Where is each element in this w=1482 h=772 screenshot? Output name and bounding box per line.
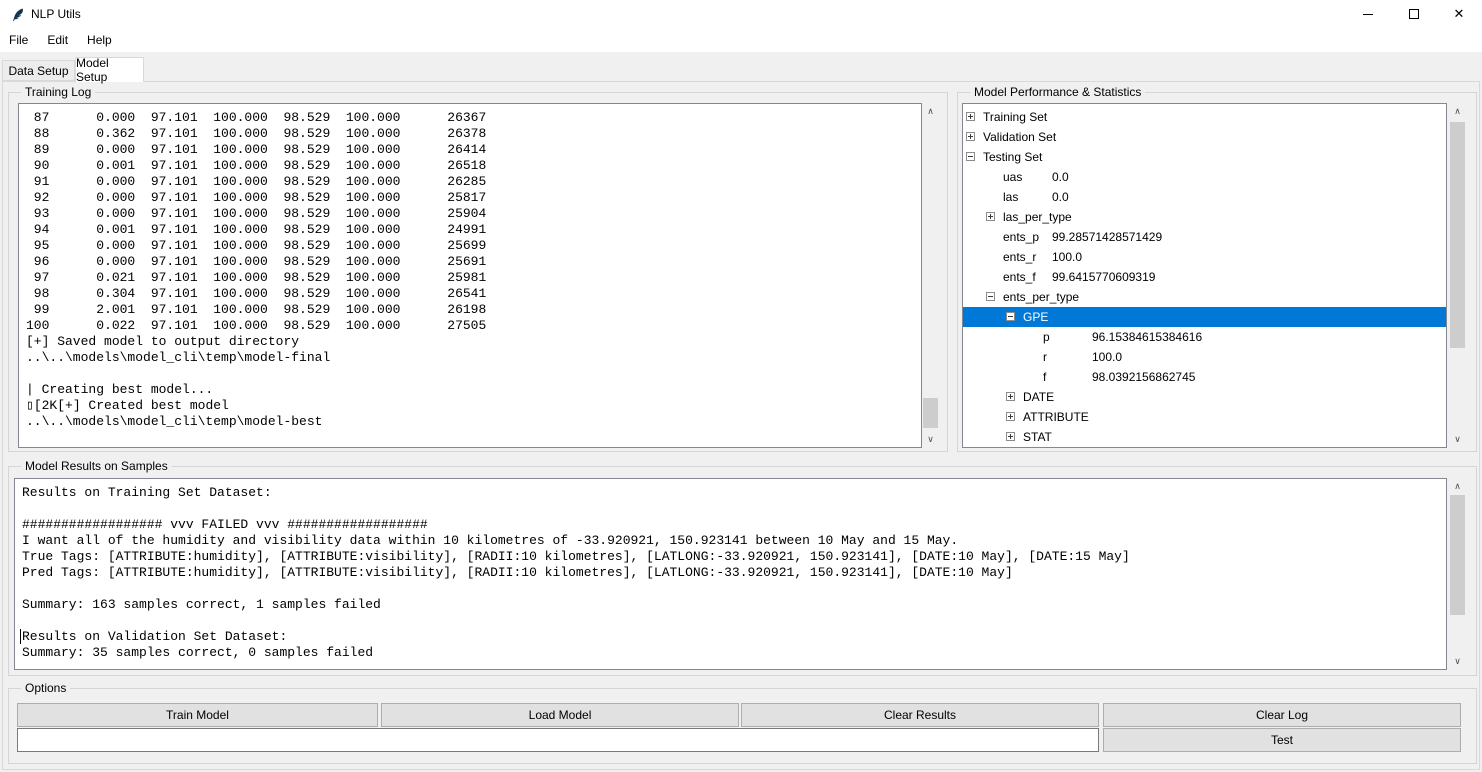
scroll-thumb[interactable] [923, 398, 938, 428]
load-model-button[interactable]: Load Model [381, 703, 739, 727]
training-log-textarea[interactable]: 87 0.000 97.101 100.000 98.529 100.000 2… [18, 103, 922, 448]
performance-tree[interactable]: Training SetValidation SetTesting Setuas… [962, 103, 1447, 448]
window-title: NLP Utils [31, 7, 81, 21]
clear-log-button[interactable]: Clear Log [1103, 703, 1461, 727]
tree-key: DATE [1023, 387, 1054, 407]
tree-row[interactable]: ents_f 99.6415770609319 [963, 267, 1446, 287]
tree-row[interactable]: ents_r 100.0 [963, 247, 1446, 267]
tree-row[interactable]: ents_p 99.28571428571429 [963, 227, 1446, 247]
options-title: Options [21, 681, 70, 695]
expand-icon[interactable] [1006, 412, 1015, 421]
training-log-scrollbar[interactable]: ∧ ∨ [922, 103, 939, 448]
results-textarea[interactable]: Results on Training Set Dataset: #######… [14, 478, 1447, 670]
tree-key: las [1003, 187, 1018, 207]
tree-row[interactable]: p 96.15384615384616 [963, 327, 1446, 347]
close-icon: ✕ [1454, 6, 1465, 22]
tree-row[interactable]: Validation Set [963, 127, 1446, 147]
tree-key: r [1043, 347, 1047, 367]
menu-item-edit[interactable]: Edit [45, 30, 70, 50]
collapse-icon[interactable] [986, 292, 995, 301]
tree-row[interactable]: ATTRIBUTE [963, 407, 1446, 427]
tab-model-setup[interactable]: Model Setup [75, 57, 144, 82]
training-log-title: Training Log [21, 85, 95, 99]
menu-bar: File Edit Help [0, 28, 1482, 52]
expand-icon[interactable] [1006, 432, 1015, 441]
scroll-thumb[interactable] [1450, 495, 1465, 615]
tree-key: f [1043, 367, 1046, 387]
train-model-button[interactable]: Train Model [17, 703, 378, 727]
collapse-icon[interactable] [966, 152, 975, 161]
expand-icon[interactable] [966, 132, 975, 141]
tree-row[interactable]: DATE [963, 387, 1446, 407]
menu-item-help[interactable]: Help [85, 30, 114, 50]
scroll-down-icon[interactable]: ∨ [922, 431, 939, 448]
tree-key: p [1043, 327, 1050, 347]
tree-key: Training Set [983, 107, 1047, 127]
tree-row[interactable]: GPE [963, 307, 1446, 327]
scroll-up-icon[interactable]: ∧ [1449, 103, 1466, 120]
test-button[interactable]: Test [1103, 728, 1461, 752]
scroll-down-icon[interactable]: ∨ [1449, 653, 1466, 670]
tree-key: las_per_type [1003, 207, 1072, 227]
menu-item-file[interactable]: File [7, 30, 30, 50]
feather-icon [11, 7, 25, 22]
tree-key: ATTRIBUTE [1023, 407, 1089, 427]
minimize-button[interactable] [1345, 0, 1391, 28]
tree-row[interactable]: STAT [963, 427, 1446, 447]
scroll-up-icon[interactable]: ∧ [1449, 478, 1466, 495]
tree-key: uas [1003, 167, 1022, 187]
tree-key: Testing Set [983, 147, 1042, 167]
maximize-button[interactable] [1391, 0, 1437, 28]
clear-results-button[interactable]: Clear Results [741, 703, 1099, 727]
tree-row[interactable]: uas 0.0 [963, 167, 1446, 187]
tree-value: 99.28571428571429 [1052, 227, 1162, 247]
tree-value: 0.0 [1052, 187, 1069, 207]
results-title: Model Results on Samples [21, 459, 172, 473]
minimize-icon [1363, 14, 1373, 15]
performance-title: Model Performance & Statistics [970, 85, 1145, 99]
tree-key: ents_per_type [1003, 287, 1079, 307]
expand-icon[interactable] [986, 212, 995, 221]
tree-row[interactable]: Testing Set [963, 147, 1446, 167]
tree-value: 98.0392156862745 [1092, 367, 1195, 387]
tree-row[interactable]: ents_per_type [963, 287, 1446, 307]
tree-key: ents_p [1003, 227, 1039, 247]
performance-scrollbar[interactable]: ∧ ∨ [1449, 103, 1466, 448]
expand-icon[interactable] [966, 112, 975, 121]
expand-icon[interactable] [1006, 392, 1015, 401]
tree-key: ents_r [1003, 247, 1036, 267]
tree-key: STAT [1023, 427, 1052, 447]
scroll-down-icon[interactable]: ∨ [1449, 431, 1466, 448]
tree-value: 0.0 [1052, 167, 1069, 187]
tree-key: GPE [1023, 307, 1048, 327]
tree-value: 100.0 [1052, 247, 1082, 267]
text-cursor [20, 629, 21, 644]
close-button[interactable]: ✕ [1436, 0, 1482, 28]
maximize-icon [1409, 9, 1419, 19]
results-scrollbar[interactable]: ∧ ∨ [1449, 478, 1466, 670]
scroll-up-icon[interactable]: ∧ [922, 103, 939, 120]
tree-key: ents_f [1003, 267, 1036, 287]
title-bar: NLP Utils ✕ [0, 0, 1482, 28]
tree-value: 100.0 [1092, 347, 1122, 367]
test-sample-input[interactable] [17, 728, 1099, 752]
results-text: Results on Training Set Dataset: #######… [15, 479, 1446, 661]
tab-data-setup[interactable]: Data Setup [2, 60, 75, 81]
tree-row[interactable]: f 98.0392156862745 [963, 367, 1446, 387]
tree-row[interactable]: las_per_type [963, 207, 1446, 227]
tree-row[interactable]: las 0.0 [963, 187, 1446, 207]
scroll-thumb[interactable] [1450, 122, 1465, 348]
tree-key: Validation Set [983, 127, 1056, 147]
tree-value: 96.15384615384616 [1092, 327, 1202, 347]
collapse-icon[interactable] [1006, 312, 1015, 321]
tree-row[interactable]: r 100.0 [963, 347, 1446, 367]
tree-row[interactable]: Training Set [963, 107, 1446, 127]
training-log-text: 87 0.000 97.101 100.000 98.529 100.000 2… [19, 104, 921, 430]
tree-value: 99.6415770609319 [1052, 267, 1155, 287]
